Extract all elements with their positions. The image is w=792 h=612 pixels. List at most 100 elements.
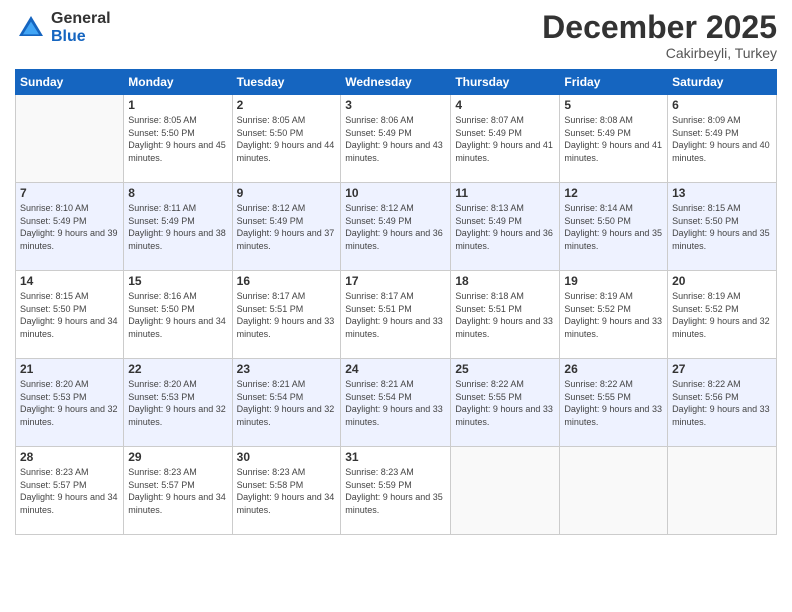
table-row: 24 Sunrise: 8:21 AMSunset: 5:54 PMDayligh… <box>341 359 451 447</box>
table-row: 2 Sunrise: 8:05 AMSunset: 5:50 PMDaylight… <box>232 95 341 183</box>
table-row: 19Sunrise: 8:19 AMSunset: 5:52 PMDayligh… <box>560 271 668 359</box>
table-row: 20 Sunrise: 8:19 AMSunset: 5:52 PMDayligh… <box>668 271 777 359</box>
table-row: 5 Sunrise: 8:08 AMSunset: 5:49 PMDaylight… <box>560 95 668 183</box>
day-info: Sunrise: 8:05 AMSunset: 5:50 PMDaylight:… <box>128 114 227 164</box>
table-row: 17 Sunrise: 8:17 AMSunset: 5:51 PMDayligh… <box>341 271 451 359</box>
table-row: 4 Sunrise: 8:07 AMSunset: 5:49 PMDaylight… <box>451 95 560 183</box>
day-number: 3 <box>345 98 446 112</box>
day-info: Sunrise: 8:21 AMSunset: 5:54 PMDaylight:… <box>237 378 337 428</box>
table-row: 15 Sunrise: 8:16 AMSunset: 5:50 PMDayligh… <box>124 271 232 359</box>
day-info: Sunrise: 8:15 AMSunset: 5:50 PMDaylight:… <box>20 290 119 340</box>
table-row: 26Sunrise: 8:22 AMSunset: 5:55 PMDayligh… <box>560 359 668 447</box>
day-info: Sunrise: 8:23 AMSunset: 5:57 PMDaylight:… <box>20 466 119 516</box>
col-friday: Friday <box>560 70 668 95</box>
day-number: 1 <box>128 98 227 112</box>
day-number: 27 <box>672 362 772 376</box>
logo-icon <box>15 12 47 44</box>
day-number: 16 <box>237 274 337 288</box>
col-saturday: Saturday <box>668 70 777 95</box>
day-info: Sunrise: 8:12 AMSunset: 5:49 PMDaylight:… <box>345 202 446 252</box>
table-row: 9 Sunrise: 8:12 AMSunset: 5:49 PMDaylight… <box>232 183 341 271</box>
day-info: Sunrise: 8:12 AMSunset: 5:49 PMDaylight:… <box>237 202 337 252</box>
day-number: 5 <box>564 98 663 112</box>
calendar-table: Sunday Monday Tuesday Wednesday Thursday… <box>15 69 777 535</box>
day-number: 11 <box>455 186 555 200</box>
calendar-week-row: 7 Sunrise: 8:10 AMSunset: 5:49 PMDaylight… <box>16 183 777 271</box>
day-number: 4 <box>455 98 555 112</box>
day-info: Sunrise: 8:09 AMSunset: 5:49 PMDaylight:… <box>672 114 772 164</box>
logo-blue: Blue <box>51 28 111 46</box>
day-info: Sunrise: 8:23 AMSunset: 5:59 PMDaylight:… <box>345 466 446 516</box>
day-info: Sunrise: 8:11 AMSunset: 5:49 PMDaylight:… <box>128 202 227 252</box>
day-number: 14 <box>20 274 119 288</box>
table-row <box>668 447 777 535</box>
table-row: 27 Sunrise: 8:22 AMSunset: 5:56 PMDayligh… <box>668 359 777 447</box>
day-info: Sunrise: 8:07 AMSunset: 5:49 PMDaylight:… <box>455 114 555 164</box>
table-row: 29 Sunrise: 8:23 AMSunset: 5:57 PMDayligh… <box>124 447 232 535</box>
table-row: 11Sunrise: 8:13 AMSunset: 5:49 PMDayligh… <box>451 183 560 271</box>
day-number: 21 <box>20 362 119 376</box>
day-info: Sunrise: 8:06 AMSunset: 5:49 PMDaylight:… <box>345 114 446 164</box>
day-number: 19 <box>564 274 663 288</box>
header: General Blue December 2025 Cakirbeyli, T… <box>15 10 777 61</box>
col-thursday: Thursday <box>451 70 560 95</box>
day-number: 7 <box>20 186 119 200</box>
day-number: 20 <box>672 274 772 288</box>
day-info: Sunrise: 8:15 AMSunset: 5:50 PMDaylight:… <box>672 202 772 252</box>
table-row: 8 Sunrise: 8:11 AMSunset: 5:49 PMDaylight… <box>124 183 232 271</box>
day-info: Sunrise: 8:21 AMSunset: 5:54 PMDaylight:… <box>345 378 446 428</box>
page: General Blue December 2025 Cakirbeyli, T… <box>0 0 792 612</box>
col-sunday: Sunday <box>16 70 124 95</box>
day-info: Sunrise: 8:20 AMSunset: 5:53 PMDaylight:… <box>20 378 119 428</box>
day-number: 13 <box>672 186 772 200</box>
col-wednesday: Wednesday <box>341 70 451 95</box>
day-number: 29 <box>128 450 227 464</box>
day-number: 24 <box>345 362 446 376</box>
day-number: 28 <box>20 450 119 464</box>
day-info: Sunrise: 8:20 AMSunset: 5:53 PMDaylight:… <box>128 378 227 428</box>
table-row: 30Sunrise: 8:23 AMSunset: 5:58 PMDayligh… <box>232 447 341 535</box>
logo: General Blue <box>15 10 111 45</box>
table-row <box>451 447 560 535</box>
calendar-week-row: 21 Sunrise: 8:20 AMSunset: 5:53 PMDayligh… <box>16 359 777 447</box>
day-number: 12 <box>564 186 663 200</box>
day-info: Sunrise: 8:22 AMSunset: 5:55 PMDaylight:… <box>455 378 555 428</box>
day-number: 9 <box>237 186 337 200</box>
table-row: 6 Sunrise: 8:09 AMSunset: 5:49 PMDaylight… <box>668 95 777 183</box>
table-row: 13 Sunrise: 8:15 AMSunset: 5:50 PMDayligh… <box>668 183 777 271</box>
day-number: 30 <box>237 450 337 464</box>
calendar-week-row: 14 Sunrise: 8:15 AMSunset: 5:50 PMDayligh… <box>16 271 777 359</box>
day-info: Sunrise: 8:17 AMSunset: 5:51 PMDaylight:… <box>237 290 337 340</box>
day-info: Sunrise: 8:22 AMSunset: 5:56 PMDaylight:… <box>672 378 772 428</box>
day-number: 8 <box>128 186 227 200</box>
table-row: 12 Sunrise: 8:14 AMSunset: 5:50 PMDayligh… <box>560 183 668 271</box>
table-row: 7 Sunrise: 8:10 AMSunset: 5:49 PMDaylight… <box>16 183 124 271</box>
col-tuesday: Tuesday <box>232 70 341 95</box>
day-number: 10 <box>345 186 446 200</box>
table-row: 28 Sunrise: 8:23 AMSunset: 5:57 PMDayligh… <box>16 447 124 535</box>
table-row: 23Sunrise: 8:21 AMSunset: 5:54 PMDayligh… <box>232 359 341 447</box>
day-number: 6 <box>672 98 772 112</box>
table-row: 1 Sunrise: 8:05 AMSunset: 5:50 PMDaylight… <box>124 95 232 183</box>
day-info: Sunrise: 8:10 AMSunset: 5:49 PMDaylight:… <box>20 202 119 252</box>
day-number: 17 <box>345 274 446 288</box>
day-number: 2 <box>237 98 337 112</box>
day-info: Sunrise: 8:23 AMSunset: 5:57 PMDaylight:… <box>128 466 227 516</box>
table-row: 18Sunrise: 8:18 AMSunset: 5:51 PMDayligh… <box>451 271 560 359</box>
day-info: Sunrise: 8:16 AMSunset: 5:50 PMDaylight:… <box>128 290 227 340</box>
day-number: 15 <box>128 274 227 288</box>
day-number: 31 <box>345 450 446 464</box>
table-row: 21 Sunrise: 8:20 AMSunset: 5:53 PMDayligh… <box>16 359 124 447</box>
table-row: 14 Sunrise: 8:15 AMSunset: 5:50 PMDayligh… <box>16 271 124 359</box>
day-info: Sunrise: 8:05 AMSunset: 5:50 PMDaylight:… <box>237 114 337 164</box>
calendar-header-row: Sunday Monday Tuesday Wednesday Thursday… <box>16 70 777 95</box>
calendar-week-row: 1 Sunrise: 8:05 AMSunset: 5:50 PMDaylight… <box>16 95 777 183</box>
table-row: 16 Sunrise: 8:17 AMSunset: 5:51 PMDayligh… <box>232 271 341 359</box>
day-info: Sunrise: 8:14 AMSunset: 5:50 PMDaylight:… <box>564 202 663 252</box>
table-row <box>560 447 668 535</box>
logo-general: General <box>51 10 111 28</box>
day-info: Sunrise: 8:19 AMSunset: 5:52 PMDaylight:… <box>672 290 772 340</box>
table-row: 25Sunrise: 8:22 AMSunset: 5:55 PMDayligh… <box>451 359 560 447</box>
day-info: Sunrise: 8:17 AMSunset: 5:51 PMDaylight:… <box>345 290 446 340</box>
day-info: Sunrise: 8:08 AMSunset: 5:49 PMDaylight:… <box>564 114 663 164</box>
